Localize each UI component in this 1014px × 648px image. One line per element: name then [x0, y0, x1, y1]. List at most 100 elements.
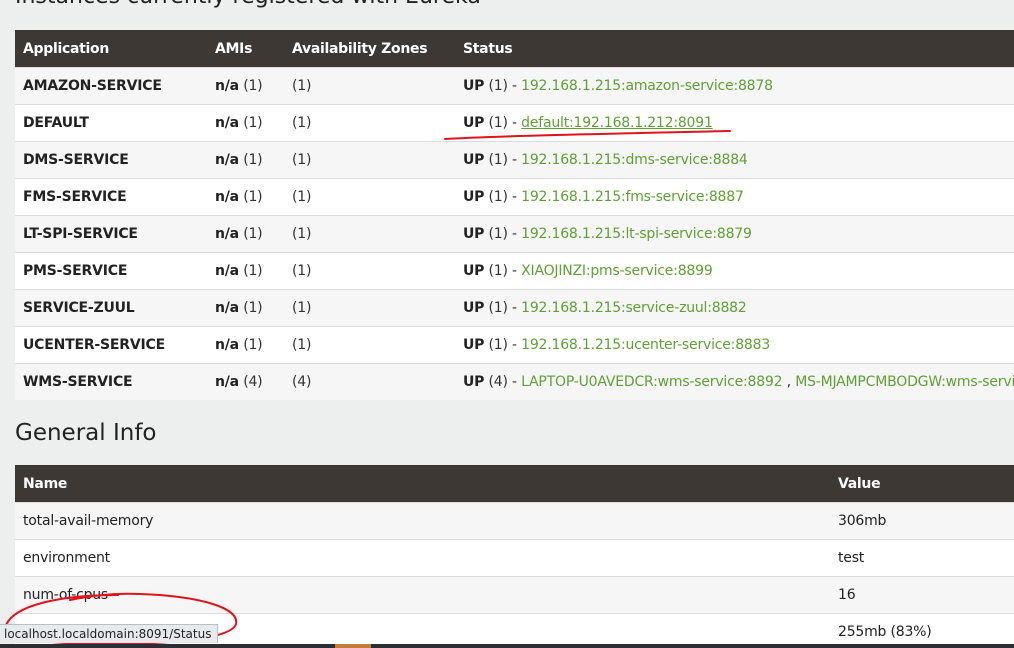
- amis-count: (1): [243, 226, 263, 242]
- status-count: (1): [488, 300, 508, 316]
- application-name: DEFAULT: [15, 104, 207, 142]
- status-separator: -: [512, 300, 517, 316]
- application-name: PMS-SERVICE: [15, 252, 207, 290]
- column-header-availability-zones: Availability Zones: [284, 30, 455, 68]
- amis-label: n/a: [215, 152, 239, 168]
- availability-zones-cell: (1): [284, 326, 455, 364]
- info-value: test: [830, 539, 1014, 577]
- instance-row: WMS-SERVICE n/a (4) (4) UP (4) - LAPTOP-U0A…: [15, 363, 1014, 400]
- availability-zones-cell: (1): [284, 215, 455, 253]
- instance-link[interactable]: default:192.168.1.212:8091: [521, 115, 713, 131]
- status-count: (1): [488, 115, 508, 131]
- amis-label: n/a: [215, 374, 239, 390]
- amis-cell: n/a (1): [207, 289, 284, 327]
- taskbar-strip: [0, 644, 1014, 648]
- application-name: SERVICE-ZUUL: [15, 289, 207, 327]
- column-header-application: Application: [15, 30, 207, 68]
- instance-link[interactable]: 192.168.1.215:amazon-service:8878: [521, 78, 773, 94]
- status-count: (4): [488, 374, 508, 390]
- amis-cell: n/a (1): [207, 326, 284, 364]
- amis-label: n/a: [215, 189, 239, 205]
- status-count: (1): [488, 337, 508, 353]
- amis-label: n/a: [215, 300, 239, 316]
- amis-cell: n/a (1): [207, 141, 284, 179]
- amis-count: (1): [243, 152, 263, 168]
- amis-count: (1): [243, 189, 263, 205]
- eureka-dashboard-page: Instances currently registered with Eure…: [0, 0, 1014, 648]
- amis-count: (1): [243, 263, 263, 279]
- instance-row: AMAZON-SERVICE n/a (1) (1) UP (1) - 192.168…: [15, 67, 1014, 105]
- column-header-name: Name: [15, 465, 830, 503]
- status-separator: -: [512, 152, 517, 168]
- general-info-heading: General Info: [15, 420, 157, 446]
- info-name: environment: [15, 539, 830, 577]
- taskbar-accent: [335, 644, 371, 648]
- status-cell: UP (1) - 192.168.1.215:lt-spi-service:88…: [455, 215, 1014, 253]
- status-separator: -: [512, 78, 517, 94]
- link-separator: ,: [786, 374, 791, 390]
- column-header-status: Status: [455, 30, 1014, 68]
- amis-label: n/a: [215, 263, 239, 279]
- instance-link[interactable]: MS-MJAMPCMBODGW:wms-service: [795, 374, 1014, 390]
- application-name: WMS-SERVICE: [15, 363, 207, 400]
- amis-count: (1): [243, 115, 263, 131]
- availability-zones-cell: (1): [284, 289, 455, 327]
- availability-zones-cell: (1): [284, 141, 455, 179]
- availability-zones-cell: (1): [284, 252, 455, 290]
- amis-cell: n/a (1): [207, 67, 284, 105]
- instances-body: AMAZON-SERVICE n/a (1) (1) UP (1) - 192.168…: [15, 67, 1014, 400]
- amis-count: (1): [243, 300, 263, 316]
- status-label: UP: [463, 226, 485, 242]
- status-count: (1): [488, 189, 508, 205]
- status-label: UP: [463, 152, 485, 168]
- column-header-value: Value: [830, 465, 1014, 503]
- instance-row: FMS-SERVICE n/a (1) (1) UP (1) - 192.168.1.…: [15, 178, 1014, 216]
- status-label: UP: [463, 189, 485, 205]
- application-name: UCENTER-SERVICE: [15, 326, 207, 364]
- column-header-amis: AMIs: [207, 30, 284, 68]
- instance-row: DEFAULT n/a (1) (1) UP (1) - default:192.16…: [15, 104, 1014, 142]
- instance-link[interactable]: 192.168.1.215:service-zuul:8882: [521, 300, 747, 316]
- amis-label: n/a: [215, 337, 239, 353]
- amis-label: n/a: [215, 226, 239, 242]
- availability-zones-cell: (1): [284, 104, 455, 142]
- instance-row: DMS-SERVICE n/a (1) (1) UP (1) - 192.168.1.…: [15, 141, 1014, 179]
- amis-cell: n/a (1): [207, 104, 284, 142]
- info-value: 16: [830, 576, 1014, 614]
- status-cell: UP (1) - 192.168.1.215:fms-service:8887: [455, 178, 1014, 216]
- general-info-row: total-avail-memory 306mb: [15, 502, 1014, 540]
- amis-count: (4): [243, 374, 263, 390]
- browser-status-url-tooltip: localhost.localdomain:8091/Status: [0, 624, 219, 643]
- status-cell: UP (1) - 192.168.1.215:service-zuul:8882: [455, 289, 1014, 327]
- status-label: UP: [463, 115, 485, 131]
- application-name: DMS-SERVICE: [15, 141, 207, 179]
- status-count: (1): [488, 263, 508, 279]
- status-count: (1): [488, 152, 508, 168]
- info-name: total-avail-memory: [15, 502, 830, 540]
- status-label: UP: [463, 300, 485, 316]
- instance-link[interactable]: 192.168.1.215:dms-service:8884: [521, 152, 748, 168]
- instance-link[interactable]: LAPTOP-U0AVEDCR:wms-service:8892: [521, 374, 782, 390]
- instance-link[interactable]: 192.168.1.215:lt-spi-service:8879: [521, 226, 752, 242]
- general-info-table: Name Value total-avail-memory 306mb enviro…: [15, 465, 1014, 648]
- status-label: UP: [463, 263, 485, 279]
- instance-row: UCENTER-SERVICE n/a (1) (1) UP (1) - 192.16…: [15, 326, 1014, 364]
- status-count: (1): [488, 226, 508, 242]
- instance-link[interactable]: 192.168.1.215:ucenter-service:8883: [521, 337, 770, 353]
- status-cell: UP (1) - 192.168.1.215:amazon-service:88…: [455, 67, 1014, 105]
- status-cell: UP (1) - XIAOJINZI:pms-service:8899: [455, 252, 1014, 290]
- status-separator: -: [512, 337, 517, 353]
- amis-cell: n/a (1): [207, 215, 284, 253]
- application-name: LT-SPI-SERVICE: [15, 215, 207, 253]
- status-label: UP: [463, 78, 485, 94]
- instance-link[interactable]: XIAOJINZI:pms-service:8899: [521, 263, 713, 279]
- amis-cell: n/a (1): [207, 178, 284, 216]
- status-separator: -: [512, 226, 517, 242]
- instance-link[interactable]: 192.168.1.215:fms-service:8887: [521, 189, 744, 205]
- general-info-row: environment test: [15, 539, 1014, 577]
- availability-zones-cell: (1): [284, 178, 455, 216]
- status-cell: UP (1) - default:192.168.1.212:8091: [455, 104, 1014, 142]
- amis-label: n/a: [215, 115, 239, 131]
- amis-cell: n/a (1): [207, 252, 284, 290]
- status-separator: -: [512, 115, 517, 131]
